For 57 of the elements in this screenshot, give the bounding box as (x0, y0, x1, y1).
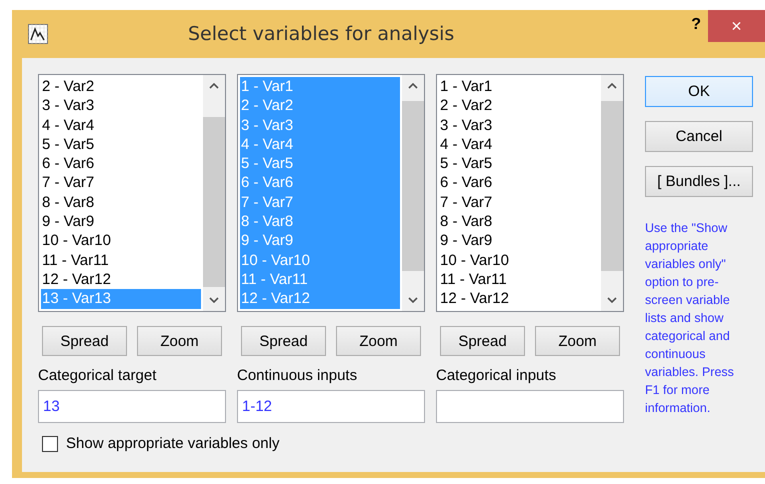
list-item[interactable]: 4 - Var4 (439, 134, 599, 154)
scroll-thumb[interactable] (203, 117, 225, 287)
scroll-up-icon[interactable] (209, 83, 219, 89)
list-item[interactable]: 4 - Var4 (41, 116, 201, 135)
list-item[interactable]: 7 - Var7 (41, 173, 201, 193)
close-button[interactable]: × (708, 10, 765, 42)
scroll-up-icon[interactable] (408, 83, 418, 89)
list-item[interactable]: 3 - Var3 (41, 96, 201, 116)
field-label: Categorical target (38, 367, 158, 384)
list-item[interactable]: 8 - Var8 (439, 212, 599, 232)
scroll-up-icon[interactable] (607, 83, 617, 89)
scrollbar[interactable] (402, 75, 424, 311)
list-item[interactable]: 8 - Var8 (41, 192, 201, 212)
checkbox-label[interactable]: Show appropriate variables only (66, 435, 280, 452)
input-field[interactable]: 1-12 (237, 390, 425, 423)
list-item[interactable]: 9 - Var9 (439, 231, 599, 251)
scroll-thumb[interactable] (402, 101, 424, 271)
list-item[interactable]: 6 - Var6 (439, 173, 599, 193)
list-item[interactable]: 12 - Var12 (41, 270, 201, 290)
scroll-down-icon[interactable] (209, 297, 219, 303)
list-item[interactable]: 11 - Var11 (439, 270, 599, 290)
list-item[interactable]: 2 - Var2 (439, 96, 599, 116)
list-button[interactable]: Zoom (535, 326, 620, 356)
list-button[interactable]: Zoom (336, 326, 421, 356)
list-item[interactable]: 9 - Var9 (41, 212, 201, 232)
scrollbar[interactable] (601, 75, 623, 311)
window-title: Select variables for analysis (188, 23, 454, 45)
list-item[interactable]: 10 - Var10 (41, 231, 201, 251)
scroll-down-icon[interactable] (408, 297, 418, 303)
list-item[interactable]: 10 - Var10 (439, 250, 599, 270)
list-button[interactable]: Spread (440, 326, 525, 356)
list-button[interactable]: Spread (241, 326, 326, 356)
list-item[interactable]: 5 - Var5 (41, 134, 201, 154)
help-button[interactable]: ? (687, 16, 705, 34)
scrollbar[interactable] (203, 75, 225, 311)
chart-icon (28, 24, 48, 44)
field-label: Categorical inputs (436, 367, 558, 384)
help-text: Use the "Show appropriate variables only" option to pre-screen variable lists and show categorical and continuous variables. Press F1 for more information. (645, 220, 735, 417)
input-field[interactable]: 13 (38, 390, 226, 423)
list-item[interactable]: 1 - Var1 (439, 77, 599, 96)
dialog-button[interactable]: Cancel (645, 121, 753, 152)
dialog-button[interactable]: OK (645, 76, 753, 107)
field-label: Continuous inputs (237, 367, 358, 384)
list-item[interactable]: 3 - Var3 (439, 116, 599, 135)
scroll-thumb[interactable] (601, 101, 623, 271)
input-field[interactable] (436, 390, 624, 423)
scroll-down-icon[interactable] (607, 297, 617, 303)
checkbox[interactable] (42, 436, 58, 452)
dialog-button[interactable]: [ Bundles ]... (645, 166, 753, 197)
list-item[interactable]: 12 - Var12 (439, 289, 599, 309)
list-button[interactable]: Zoom (137, 326, 222, 356)
list-item[interactable]: 7 - Var7 (439, 192, 599, 212)
list-item[interactable]: 2 - Var2 (41, 77, 201, 96)
list-button[interactable]: Spread (42, 326, 127, 356)
list-item[interactable]: 5 - Var5 (439, 154, 599, 174)
list-item[interactable]: 11 - Var11 (41, 250, 201, 270)
list-item[interactable]: 6 - Var6 (41, 154, 201, 174)
